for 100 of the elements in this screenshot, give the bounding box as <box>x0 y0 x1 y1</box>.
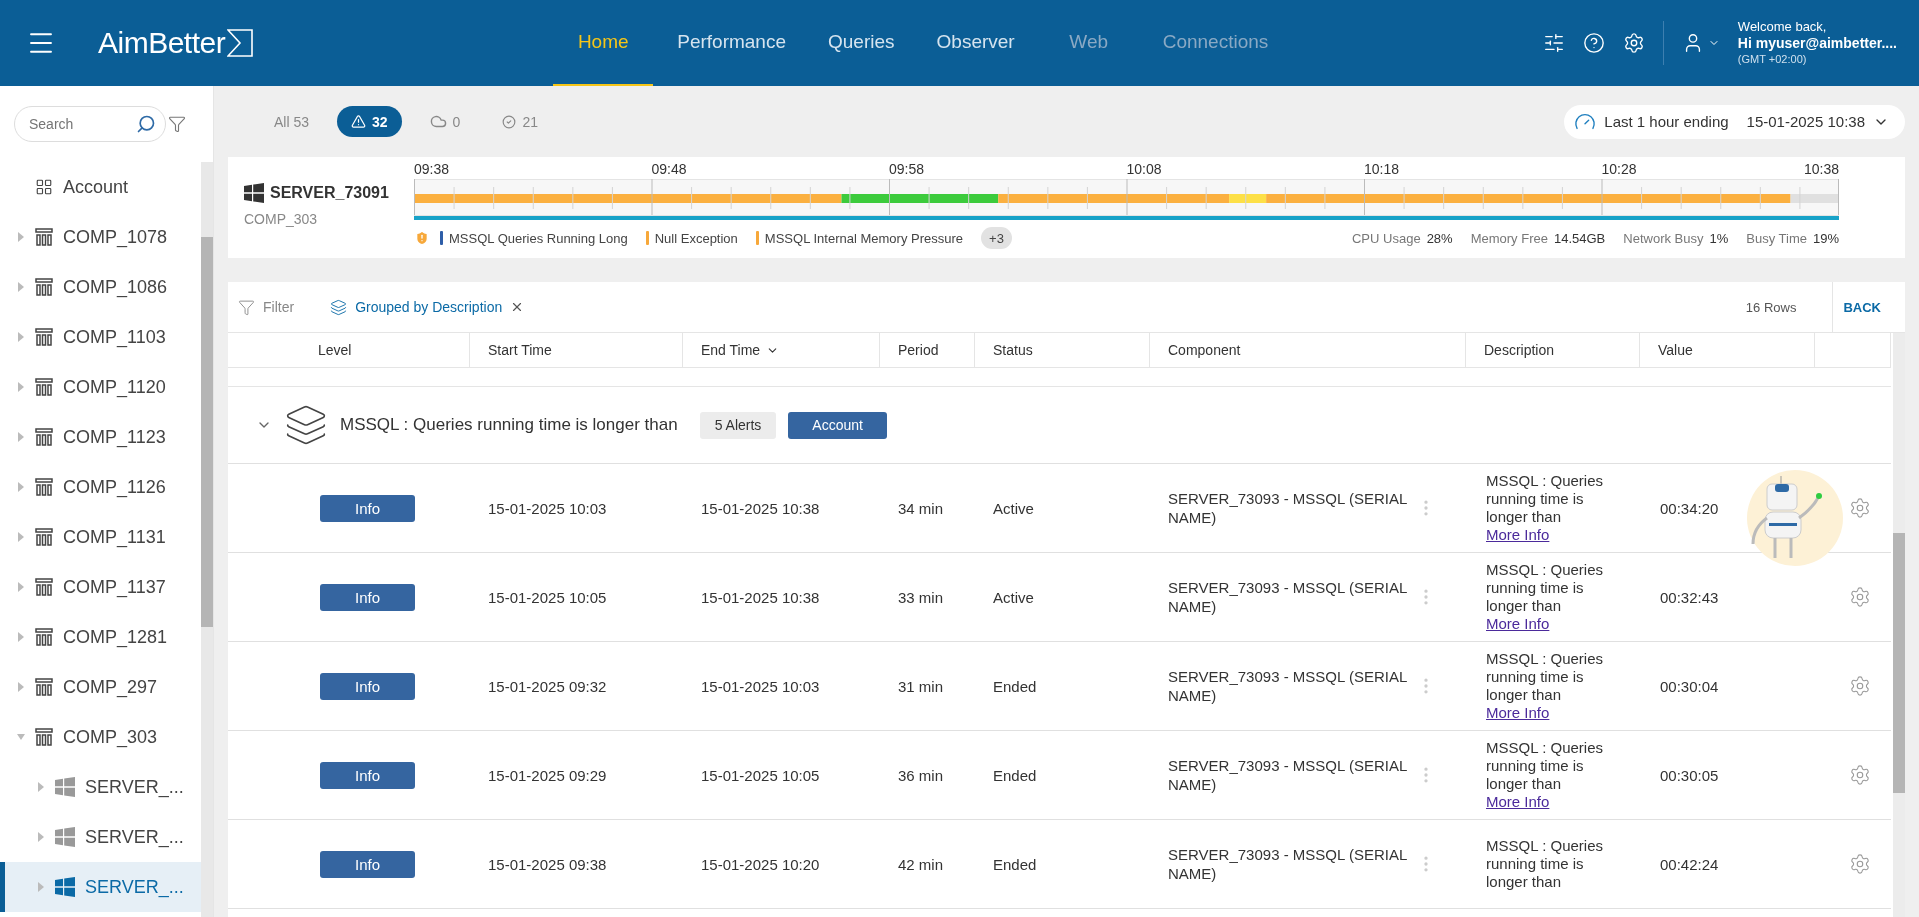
column-header[interactable]: End Time <box>683 333 880 367</box>
table-cell-text: 00:34:20 <box>1659 499 1720 517</box>
stat-value: 28% <box>1426 230 1453 246</box>
nav-tab[interactable]: Performance <box>659 0 804 86</box>
table-cell: SERVER_73093 - MSSQL (SERIAL NAME) <box>1168 756 1408 794</box>
table-cell-text: Ended <box>992 855 1038 873</box>
more-info-link[interactable]: More Info <box>1486 526 1640 544</box>
caret-right-icon[interactable] <box>37 782 45 792</box>
stat-label: CPU Usage <box>1352 230 1421 246</box>
layers-icon <box>284 403 328 447</box>
tree-item[interactable]: COMP_1281 <box>0 612 201 662</box>
level-button[interactable]: Info <box>320 494 415 522</box>
caret-right-icon[interactable] <box>17 632 25 642</box>
grouping-chip[interactable]: Grouped by Description <box>330 298 525 316</box>
table-cell-text: MSSQL : Queries running time is longer than <box>1486 561 1604 615</box>
table-cell-text: 34 min <box>897 499 945 517</box>
table-cell-text: 15-01-2025 09:38 <box>487 855 608 873</box>
filter-icon[interactable] <box>168 115 186 133</box>
building-icon <box>35 478 53 496</box>
nav-tab[interactable]: Queries <box>810 0 913 86</box>
cloud-icon <box>429 113 447 130</box>
tree-item[interactable]: COMP_1126 <box>0 462 201 512</box>
caret-right-icon[interactable] <box>17 232 25 242</box>
table-cell-text: 00:32:43 <box>1659 588 1720 606</box>
search-icon <box>136 114 156 134</box>
timezone-text: (GMT +02:00) <box>1737 52 1808 67</box>
more-badge[interactable]: +3 <box>981 227 1012 249</box>
caret-right-icon[interactable] <box>17 382 25 392</box>
caret-right-icon[interactable] <box>37 882 45 892</box>
table-cell-text: 15-01-2025 09:32 <box>487 677 608 695</box>
tree-item[interactable]: COMP_1123 <box>0 412 201 462</box>
grid-icon <box>35 178 53 196</box>
tree-item[interactable]: SERVER_... <box>0 762 201 812</box>
column-header[interactable]: Period <box>880 333 975 367</box>
tree-item[interactable]: Account <box>0 162 201 212</box>
time-tick: 09:48 <box>651 161 687 177</box>
tree-item[interactable]: COMP_1078 <box>0 212 201 262</box>
building-icon <box>35 578 53 596</box>
group-title: MSSQL : Queries running time is longer than <box>340 415 678 435</box>
settings-icon[interactable] <box>1622 32 1645 54</box>
level-button[interactable]: Info <box>320 583 415 611</box>
tree-item[interactable]: COMP_1120 <box>0 362 201 412</box>
filter-icon <box>238 298 255 316</box>
table-cell-text: 31 min <box>897 677 945 695</box>
level-button[interactable]: Info <box>320 672 415 700</box>
aimbetter-logo: AimBetter <box>98 26 254 60</box>
tree-item[interactable]: COMP_1131 <box>0 512 201 562</box>
caret-right-icon[interactable] <box>17 582 25 592</box>
caret-down-icon[interactable] <box>17 732 25 742</box>
column-header[interactable]: Status <box>975 333 1150 367</box>
time-range-dropdown[interactable]: Last 1 hour ending 15-01-2025 10:38 <box>1564 104 1905 139</box>
column-header[interactable]: Level <box>228 333 470 367</box>
welcome-text: Welcome back, <box>1737 19 1828 35</box>
building-icon <box>35 528 53 546</box>
caret-right-icon[interactable] <box>17 332 25 342</box>
more-info-link[interactable]: More Info <box>1486 615 1640 633</box>
building-icon <box>35 728 53 746</box>
more-info-link[interactable]: More Info <box>1486 793 1640 811</box>
column-header[interactable]: Start Time <box>470 333 683 367</box>
sliders-icon[interactable] <box>1542 32 1565 54</box>
nav-tab[interactable]: Observer <box>918 0 1033 86</box>
table-cell-text: 36 min <box>897 766 945 784</box>
help-icon[interactable] <box>1582 32 1605 54</box>
tree-item[interactable]: COMP_1137 <box>0 562 201 612</box>
tree-item[interactable]: SERVER_... <box>0 812 201 862</box>
layers-icon <box>330 298 348 316</box>
table-cell-text: 15-01-2025 10:05 <box>487 588 608 606</box>
filter-button[interactable]: Filter <box>238 298 295 316</box>
alerts-count-button[interactable]: 5 Alerts <box>699 411 777 439</box>
caret-right-icon[interactable] <box>17 532 25 542</box>
table-cell-text: Active <box>992 588 1035 606</box>
table-cell-text: 15-01-2025 10:03 <box>487 499 608 517</box>
column-header[interactable]: Value <box>1640 333 1815 367</box>
user-name: Hi myuser@aimbetter.... <box>1737 35 1897 51</box>
more-info-link[interactable]: More Info <box>1486 704 1640 722</box>
level-button[interactable]: Info <box>320 761 415 789</box>
windows-icon <box>55 777 75 797</box>
table-cell-text: 15-01-2025 10:05 <box>700 766 821 784</box>
table-cell-text: Ended <box>992 766 1038 784</box>
building-icon <box>35 678 53 696</box>
tree-item[interactable]: SERVER_... <box>0 862 201 912</box>
account-button[interactable]: Account <box>788 411 887 439</box>
caret-right-icon[interactable] <box>17 282 25 292</box>
caret-right-icon[interactable] <box>17 682 25 692</box>
warning-icon <box>351 114 367 129</box>
tree-item[interactable]: COMP_1103 <box>0 312 201 362</box>
alert-filter-tab[interactable]: 32 <box>337 106 402 137</box>
caret-right-icon[interactable] <box>17 482 25 492</box>
tree-item[interactable]: COMP_297 <box>0 662 201 712</box>
windows-icon <box>55 827 75 847</box>
tree-item[interactable]: COMP_1086 <box>0 262 201 312</box>
caret-right-icon[interactable] <box>37 832 45 842</box>
column-header[interactable]: Description <box>1466 333 1640 367</box>
tree-item[interactable]: COMP_303 <box>0 712 201 762</box>
caret-right-icon[interactable] <box>17 432 25 442</box>
search-field[interactable]: Search <box>14 106 166 142</box>
table-cell-text: MSSQL : Queries running time is longer than <box>1486 650 1604 704</box>
column-header[interactable]: Component <box>1150 333 1466 367</box>
level-button[interactable]: Info <box>320 850 415 878</box>
back-button[interactable]: BACK <box>1832 282 1891 332</box>
